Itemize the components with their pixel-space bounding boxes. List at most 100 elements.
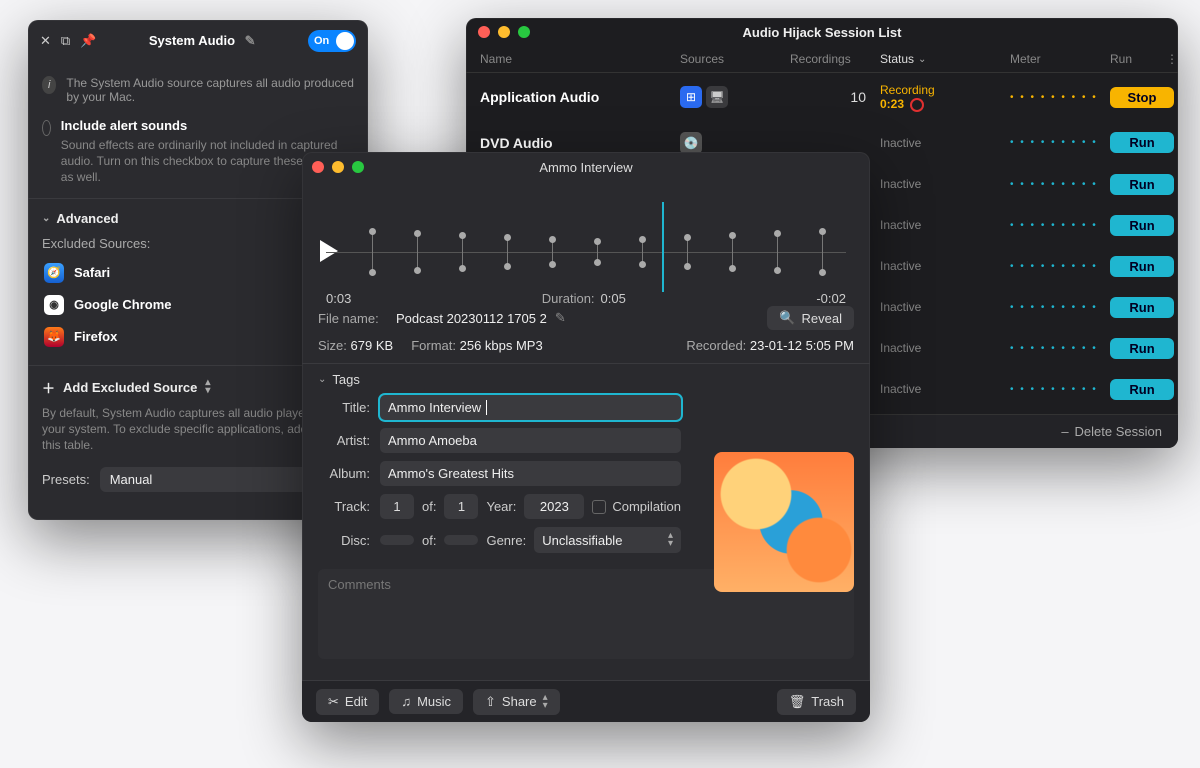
disc-field[interactable] [380,535,414,545]
scissors-icon: ✂ [328,694,339,710]
track-of-field[interactable]: 1 [444,494,478,519]
edit-button[interactable]: ✂Edit [316,689,379,715]
session-row[interactable]: Application Audio⊞🖥10Recording0:23• • • … [466,73,1178,122]
trash-button[interactable]: 🗑Trash [777,689,856,715]
level-meter: • • • • • • • • • [1010,220,1110,231]
col-name[interactable]: Name [480,52,680,66]
session-name: DVD Audio [480,135,680,151]
session-status: Inactive [880,218,1010,232]
col-sources[interactable]: Sources [680,52,790,66]
session-status: Inactive [880,177,1010,191]
session-name: Application Audio [480,89,680,105]
presets-label: Presets: [42,472,90,487]
level-meter: • • • • • • • • • [1010,179,1110,190]
minus-icon[interactable]: – [1061,424,1068,439]
include-alerts-checkbox[interactable] [42,120,51,136]
session-status: Recording0:23 [880,83,1010,112]
minimize-icon[interactable] [332,161,344,173]
share-button[interactable]: ⇧Share▴▾ [473,689,560,715]
run-button[interactable]: Run [1110,132,1174,153]
session-list-titlebar[interactable]: Audio Hijack Session List [466,18,1178,46]
stop-button[interactable]: Stop [1110,87,1174,108]
tags-disclosure[interactable]: ⌄ Tags [302,363,870,391]
minimize-icon[interactable] [498,26,510,38]
edit-icon[interactable]: ✎ [245,33,256,48]
display-icon: 🖥 [706,86,728,108]
delete-session-button[interactable]: Delete Session [1075,424,1162,439]
artist-field[interactable]: Ammo Amoeba [380,428,681,453]
trash-icon: 🗑 [789,694,806,710]
time-elapsed: 0:03 [326,291,351,306]
zoom-icon[interactable] [518,26,530,38]
album-field[interactable]: Ammo's Greatest Hits [380,461,681,486]
traffic-lights[interactable] [312,161,364,173]
columns-menu-icon[interactable]: ⋮⋮ [1166,52,1178,66]
col-status[interactable]: Status⌄ [880,52,1010,66]
album-art[interactable] [714,452,854,592]
session-status: Inactive [880,300,1010,314]
session-status: Inactive [880,259,1010,273]
chevron-down-icon: ⌄ [42,213,50,224]
session-status: Inactive [880,136,1010,150]
session-status: Inactive [880,341,1010,355]
chevron-down-icon: ⌄ [918,54,926,65]
recorded-value: 23-01-12 5:05 PM [750,338,854,353]
inspector-title: Ammo Interview [539,160,632,175]
firefox-icon: 🦊 [44,327,64,347]
close-icon[interactable] [312,161,324,173]
zoom-icon[interactable] [352,161,364,173]
close-icon[interactable]: ✕ [40,33,51,49]
stepper-icon: ▴▾ [543,694,548,710]
run-button[interactable]: Run [1110,297,1174,318]
info-icon: i [42,76,56,94]
run-button[interactable]: Run [1110,215,1174,236]
close-icon[interactable] [478,26,490,38]
inspector-titlebar[interactable]: Ammo Interview [302,152,870,182]
col-recordings[interactable]: Recordings [790,52,880,66]
waveform[interactable]: 0:03 Duration: 0:05 -0:02 [302,182,870,302]
compilation-checkbox[interactable]: Compilation [592,499,681,514]
genre-select[interactable]: Unclassifiable ▴▾ [534,527,681,553]
pin-icon[interactable]: 📌 [80,33,96,49]
run-button[interactable]: Run [1110,174,1174,195]
music-button[interactable]: ♫Music [389,689,463,714]
run-button[interactable]: Run [1110,256,1174,277]
title-field[interactable]: Ammo Interview [380,395,681,420]
col-meter[interactable]: Meter [1010,52,1110,66]
panel-title: System Audio [149,33,235,48]
filename-value[interactable]: Podcast 20230112 1705 2 [396,311,547,326]
run-button[interactable]: Run [1110,338,1174,359]
capture-toggle[interactable]: On [308,30,356,52]
traffic-lights[interactable] [478,26,530,38]
disc-of-field[interactable] [444,535,478,545]
search-icon: 🔍 [779,310,795,326]
edit-icon[interactable]: ✎ [555,310,566,326]
chevron-down-icon: ⌄ [318,374,326,385]
track-field[interactable]: 1 [380,494,414,519]
year-field[interactable]: 2023 [524,494,584,519]
format-value: 256 kbps MP3 [460,338,543,353]
level-meter: • • • • • • • • • [1010,261,1110,272]
stepper-icon: ▴▾ [205,379,210,395]
col-run[interactable]: Run [1110,52,1132,66]
run-button[interactable]: Run [1110,379,1174,400]
time-remaining: -0:02 [816,291,846,306]
session-status: Inactive [880,382,1010,396]
level-meter: • • • • • • • • • [1010,384,1110,395]
reveal-button[interactable]: 🔍 Reveal [767,306,854,330]
duration-label: Duration: [542,291,595,306]
level-meter: • • • • • • • • • [1010,92,1110,103]
record-indicator-icon [910,98,924,112]
disc-icon: 💿 [680,132,702,154]
app-icon: ⊞ [680,86,702,108]
level-meter: • • • • • • • • • [1010,302,1110,313]
info-text: The System Audio source captures all aud… [66,76,354,104]
share-icon: ⇧ [485,694,496,710]
play-button[interactable] [320,240,338,262]
popout-icon[interactable]: ⧉ [61,33,70,49]
playhead[interactable] [662,202,664,292]
plus-icon: ＋ [42,378,55,397]
music-icon: ♫ [401,694,411,709]
window-title: Audio Hijack Session List [743,25,902,40]
session-sources: 💿 [680,132,790,154]
